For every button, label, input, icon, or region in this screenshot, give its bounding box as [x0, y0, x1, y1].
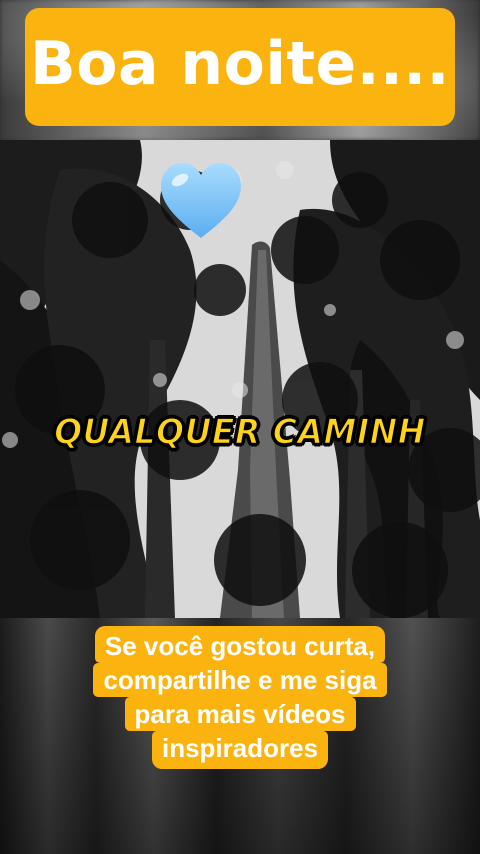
video-caption: QUALQUER CAMINH: [53, 410, 426, 453]
cta-line: inspiradores: [151, 731, 329, 769]
call-to-action: Se você gostou curta, compartilhe e me s…: [0, 626, 480, 769]
cta-line: para mais vídeos: [124, 697, 356, 731]
title-text: Boa noite....: [30, 29, 450, 99]
blue-heart-icon: [158, 160, 244, 242]
video-frame: Boa noite.... QUALQUER CAMINH Se você go…: [0, 0, 480, 854]
cta-line: compartilhe e me siga: [93, 663, 387, 697]
cta-line: Se você gostou curta,: [94, 626, 386, 663]
title-banner: Boa noite....: [25, 8, 455, 126]
